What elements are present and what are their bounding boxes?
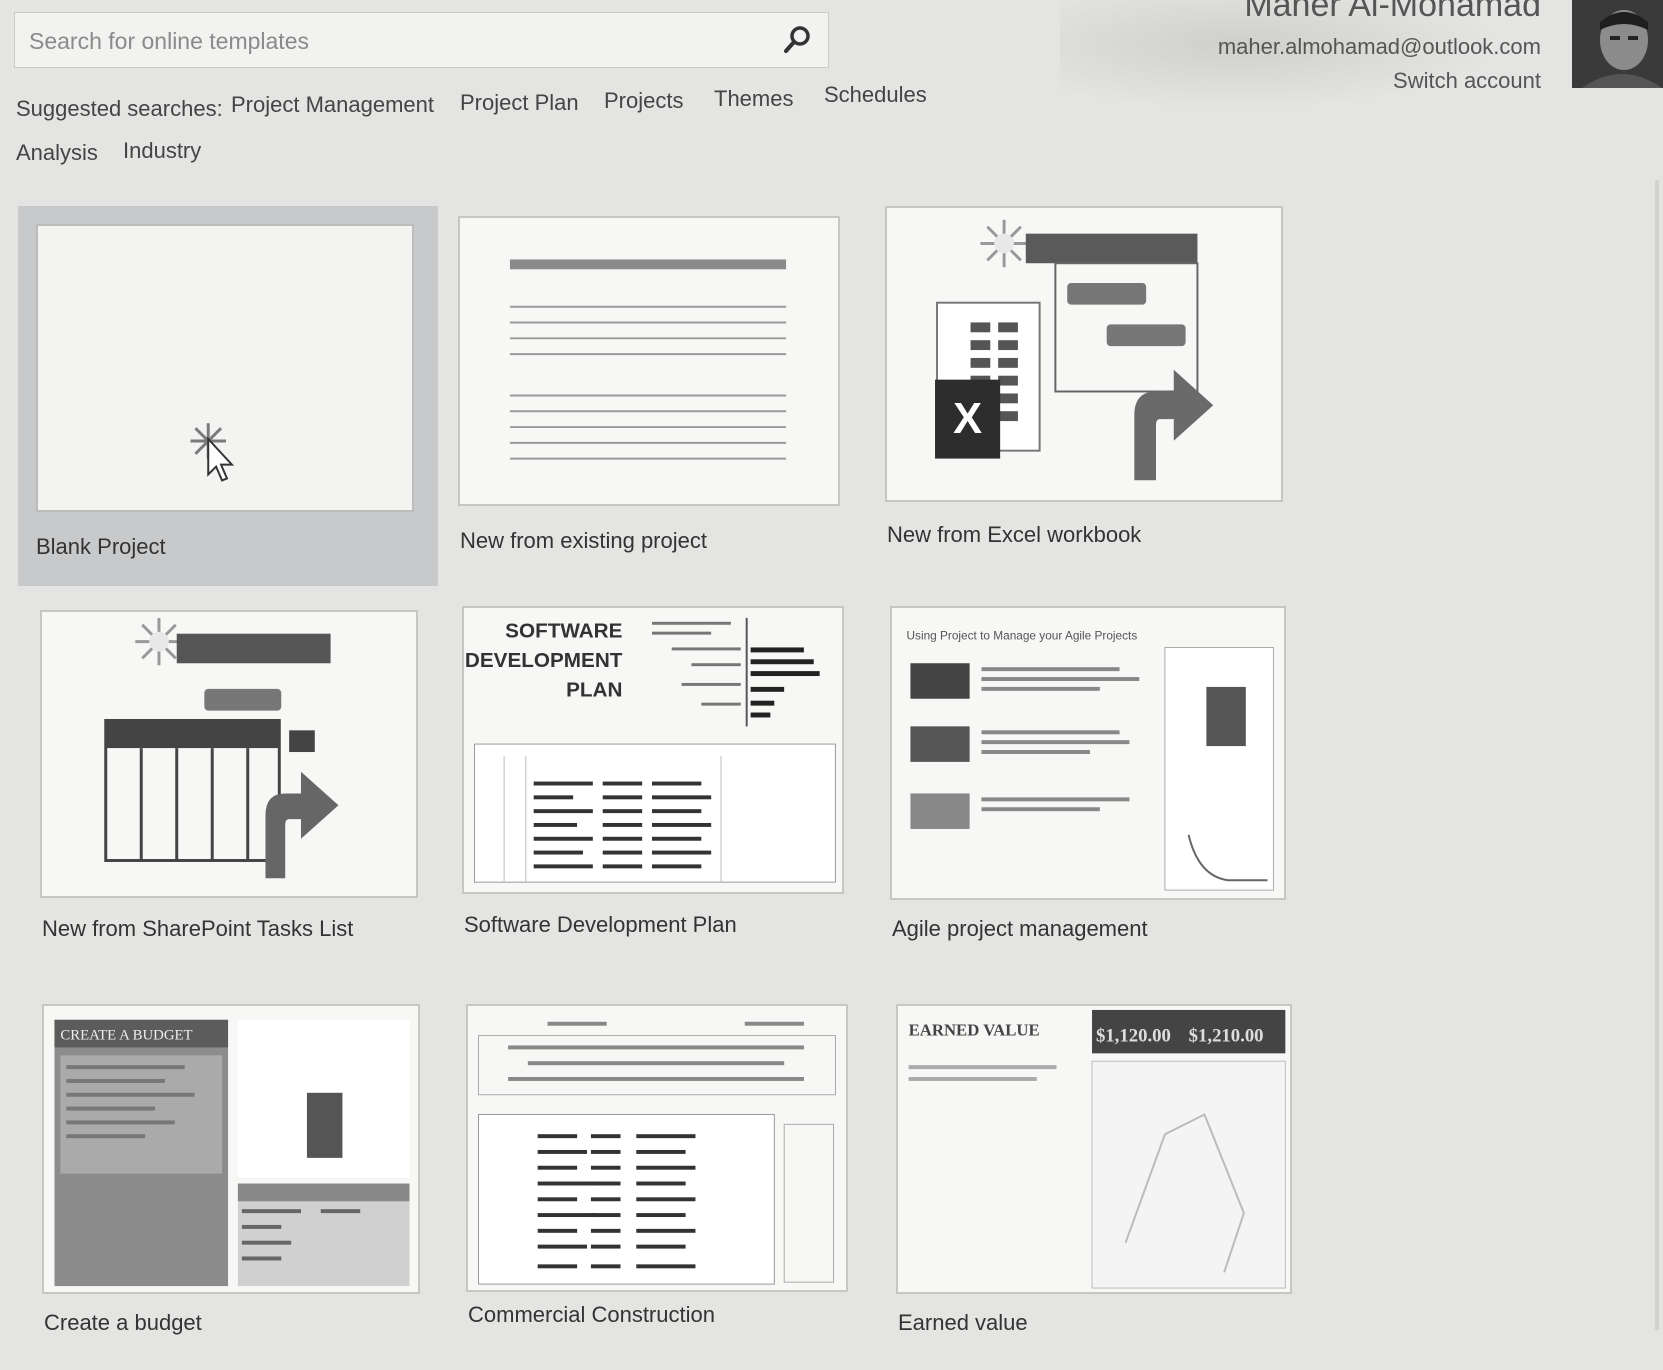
template-thumbnail [466, 1004, 848, 1292]
suggested-link-industry[interactable]: Industry [123, 138, 201, 164]
template-thumbnail [458, 216, 840, 506]
template-label: New from existing project [460, 528, 707, 553]
template-thumbnail: X [885, 206, 1283, 502]
template-label: Create a budget [44, 1310, 202, 1335]
suggested-link-schedules[interactable]: Schedules [824, 82, 927, 108]
scrollbar-track[interactable] [1655, 180, 1659, 1330]
template-thumbnail: SOFTWARE DEVELOPMENT PLAN [462, 606, 844, 894]
template-thumbnail [40, 610, 418, 898]
avatar[interactable] [1572, 0, 1663, 88]
template-label: New from Excel workbook [887, 522, 1142, 547]
svg-text:X: X [953, 395, 982, 443]
template-label: Commercial Construction [468, 1302, 715, 1327]
account-email: maher.almohamad@outlook.com [1217, 34, 1541, 59]
template-tile-blank-project[interactable]: Blank Project [18, 206, 438, 586]
template-label: Blank Project [36, 534, 166, 559]
suggested-searches: Suggested searches: Project Management P… [16, 82, 1016, 178]
suggested-link-project-plan[interactable]: Project Plan [460, 90, 579, 116]
template-tile-software-development-plan[interactable]: SOFTWARE DEVELOPMENT PLAN Software Devel… [462, 606, 862, 946]
search-icon[interactable] [780, 23, 814, 57]
thumbnail-title-line: Using Project to Manage your Agile Proje… [907, 629, 1138, 643]
suggested-link-themes[interactable]: Themes [714, 86, 793, 112]
suggested-link-projects[interactable]: Projects [604, 88, 683, 114]
template-label: Earned value [898, 1310, 1028, 1335]
suggested-link-project-management[interactable]: Project Management [231, 92, 434, 118]
template-thumbnail [36, 224, 414, 512]
thumbnail-title-line: $1,120.00 [1096, 1026, 1171, 1047]
switch-account-link[interactable]: Switch account [1393, 68, 1541, 94]
new-project-cursor-icon [190, 423, 235, 482]
suggested-link-analysis[interactable]: Analysis [16, 140, 98, 166]
template-tile-agile-project-management[interactable]: Using Project to Manage your Agile Proje… [890, 606, 1290, 946]
suggested-searches-label: Suggested searches: [16, 96, 223, 121]
thumbnail-title-line: EARNED VALUE [909, 1021, 1040, 1040]
template-thumbnail: CREATE A BUDGET [42, 1004, 420, 1294]
template-label: Agile project management [892, 916, 1148, 941]
template-tile-new-from-excel[interactable]: X New from Excel workbook [885, 206, 1285, 556]
search-input[interactable] [27, 21, 771, 61]
template-tile-new-from-sharepoint[interactable]: New from SharePoint Tasks List [40, 610, 440, 950]
thumbnail-title-line: $1,210.00 [1189, 1026, 1264, 1047]
thumbnail-title-line: CREATE A BUDGET [60, 1028, 192, 1044]
thumbnail-title-line: SOFTWARE [505, 620, 622, 643]
template-tile-new-from-existing[interactable]: New from existing project [458, 216, 843, 556]
thumbnail-title-line: DEVELOPMENT [465, 649, 623, 672]
template-tile-earned-value[interactable]: EARNED VALUE $1,120.00 $1,210.00 Earned … [896, 1004, 1296, 1344]
search-box[interactable] [14, 12, 829, 68]
thumbnail-title-line: PLAN [566, 679, 622, 702]
account-name: Maher Al-Mohamad [1244, 0, 1541, 24]
template-tile-create-a-budget[interactable]: CREATE A BUDGET Create a budget [42, 1004, 442, 1344]
template-label: New from SharePoint Tasks List [42, 916, 354, 941]
template-thumbnail: EARNED VALUE $1,120.00 $1,210.00 [896, 1004, 1292, 1294]
template-tile-commercial-construction[interactable]: Commercial Construction [466, 1004, 866, 1344]
template-label: Software Development Plan [464, 912, 737, 937]
template-thumbnail: Using Project to Manage your Agile Proje… [890, 606, 1286, 900]
